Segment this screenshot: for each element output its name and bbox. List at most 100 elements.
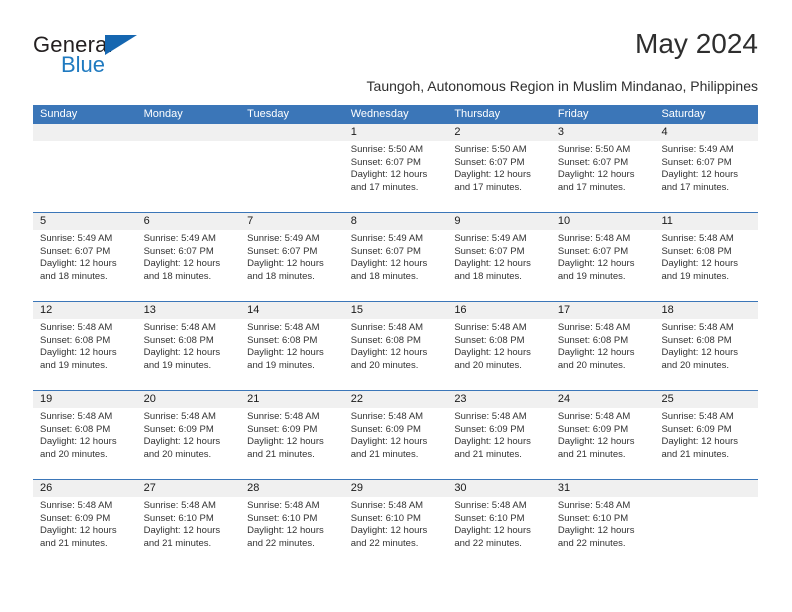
weekday-header-sunday: Sunday <box>40 108 78 120</box>
day-number[interactable]: 4 <box>654 124 758 141</box>
day-number[interactable]: 12 <box>33 302 137 319</box>
day-number[interactable]: 29 <box>344 480 448 497</box>
day-cell[interactable]: Sunrise: 5:48 AM Sunset: 6:09 PM Daylight:… <box>551 408 655 479</box>
day-cell[interactable]: Sunrise: 5:48 AM Sunset: 6:09 PM Daylight:… <box>447 408 551 479</box>
sunset-text: Sunset: 6:10 PM <box>247 512 318 524</box>
day-cell[interactable]: Sunrise: 5:48 AM Sunset: 6:10 PM Daylight:… <box>240 497 344 568</box>
sunrise-text: Sunrise: 5:48 AM <box>143 322 216 333</box>
day-number[interactable]: 14 <box>240 302 344 319</box>
day-cell[interactable]: Sunrise: 5:48 AM Sunset: 6:10 PM Daylight:… <box>447 497 551 568</box>
day-number[interactable]: 22 <box>344 391 448 408</box>
day-cell[interactable]: Sunrise: 5:49 AM Sunset: 6:07 PM Daylight:… <box>240 230 344 301</box>
day-number[interactable]: 18 <box>654 302 758 319</box>
day-number[interactable]: 25 <box>654 391 758 408</box>
day-cell-empty <box>654 497 758 568</box>
day-cell[interactable]: Sunrise: 5:48 AM Sunset: 6:09 PM Daylight:… <box>137 408 241 479</box>
daylight-text-cont: and 22 minutes. <box>350 537 419 549</box>
day-cell[interactable]: Sunrise: 5:48 AM Sunset: 6:09 PM Daylight:… <box>240 408 344 479</box>
day-number[interactable]: 10 <box>551 213 655 230</box>
page-header: General Blue May 2024 Taungoh, Autonomou… <box>33 28 758 98</box>
day-cell[interactable]: Sunrise: 5:48 AM Sunset: 6:08 PM Daylight:… <box>551 319 655 390</box>
sunrise-text: Sunrise: 5:48 AM <box>143 500 216 511</box>
sunrise-text: Sunrise: 5:48 AM <box>350 411 424 422</box>
sunrise-text: Sunrise: 5:49 AM <box>143 233 216 244</box>
daylight-text-cont: and 17 minutes. <box>454 181 522 193</box>
day-number[interactable]: 6 <box>137 213 241 230</box>
day-cell[interactable]: Sunrise: 5:48 AM Sunset: 6:08 PM Daylight:… <box>33 408 137 479</box>
logo-text-blue: Blue <box>61 52 106 77</box>
day-cell[interactable]: Sunrise: 5:49 AM Sunset: 6:07 PM Daylight:… <box>137 230 241 301</box>
day-number[interactable]: 16 <box>447 302 551 319</box>
weekday-header-wednesday: Wednesday <box>350 108 409 120</box>
day-cell[interactable]: Sunrise: 5:50 AM Sunset: 6:07 PM Daylight:… <box>447 141 551 212</box>
day-number[interactable]: 27 <box>137 480 241 497</box>
page-title: May 2024 <box>635 28 758 59</box>
day-cell[interactable]: Sunrise: 5:48 AM Sunset: 6:07 PM Daylight:… <box>551 230 655 301</box>
day-number[interactable]: 15 <box>344 302 448 319</box>
day-cell[interactable]: Sunrise: 5:48 AM Sunset: 6:08 PM Daylight:… <box>654 230 758 301</box>
daylight-text: Daylight: 12 hours <box>143 347 221 359</box>
day-cell[interactable]: Sunrise: 5:49 AM Sunset: 6:07 PM Daylight:… <box>33 230 137 301</box>
day-cell[interactable]: Sunrise: 5:48 AM Sunset: 6:09 PM Daylight:… <box>33 497 137 568</box>
day-number[interactable]: 11 <box>654 213 758 230</box>
day-cell[interactable]: Sunrise: 5:49 AM Sunset: 6:07 PM Daylight:… <box>344 230 448 301</box>
day-number[interactable]: 5 <box>33 213 137 230</box>
general-blue-logo[interactable]: General Blue <box>33 32 163 82</box>
day-cell[interactable]: Sunrise: 5:48 AM Sunset: 6:08 PM Daylight:… <box>240 319 344 390</box>
day-number[interactable]: 26 <box>33 480 137 497</box>
day-cell[interactable]: Sunrise: 5:49 AM Sunset: 6:07 PM Daylight:… <box>447 230 551 301</box>
day-number[interactable]: 23 <box>447 391 551 408</box>
daylight-text: Daylight: 12 hours <box>454 436 531 448</box>
daylight-text-cont: and 21 minutes. <box>661 448 730 460</box>
week-daynumber-row: 19 20 21 22 23 24 25 <box>33 391 758 408</box>
day-number[interactable]: 7 <box>240 213 344 230</box>
day-number[interactable]: 3 <box>551 124 655 141</box>
day-cell[interactable]: Sunrise: 5:48 AM Sunset: 6:08 PM Daylight:… <box>447 319 551 390</box>
day-cell[interactable]: Sunrise: 5:50 AM Sunset: 6:07 PM Daylight:… <box>344 141 448 212</box>
day-cell[interactable]: Sunrise: 5:50 AM Sunset: 6:07 PM Daylight:… <box>551 141 655 212</box>
daylight-text-cont: and 19 minutes. <box>40 359 108 371</box>
day-number[interactable]: 17 <box>551 302 655 319</box>
sunrise-text: Sunrise: 5:49 AM <box>661 144 734 155</box>
triangle-icon <box>105 35 137 55</box>
day-cell[interactable]: Sunrise: 5:48 AM Sunset: 6:08 PM Daylight:… <box>344 319 448 390</box>
daylight-text: Daylight: 12 hours <box>247 436 324 448</box>
day-number[interactable]: 31 <box>551 480 655 497</box>
daylight-text: Daylight: 12 hours <box>557 525 635 537</box>
week-detail-row: Sunrise: 5:49 AM Sunset: 6:07 PM Daylight:… <box>33 230 758 301</box>
daylight-text-cont: and 20 minutes. <box>557 359 626 371</box>
calendar-week-row: 26 27 28 29 30 31 Sunrise: 5:48 AM Sunset: 6:09… <box>33 479 758 568</box>
daylight-text-cont: and 19 minutes. <box>661 270 730 282</box>
day-cell[interactable]: Sunrise: 5:48 AM Sunset: 6:08 PM Daylight:… <box>654 319 758 390</box>
day-number[interactable]: 2 <box>447 124 551 141</box>
day-number[interactable]: 30 <box>447 480 551 497</box>
sunrise-text: Sunrise: 5:48 AM <box>40 411 113 422</box>
sunrise-text: Sunrise: 5:49 AM <box>247 233 320 244</box>
day-number[interactable]: 9 <box>447 213 551 230</box>
day-cell[interactable]: Sunrise: 5:48 AM Sunset: 6:09 PM Daylight:… <box>654 408 758 479</box>
sunset-text: Sunset: 6:09 PM <box>143 423 214 435</box>
day-cell[interactable]: Sunrise: 5:48 AM Sunset: 6:10 PM Daylight:… <box>344 497 448 568</box>
day-number[interactable]: 28 <box>240 480 344 497</box>
day-number[interactable]: 24 <box>551 391 655 408</box>
day-cell[interactable]: Sunrise: 5:48 AM Sunset: 6:09 PM Daylight:… <box>344 408 448 479</box>
day-cell[interactable]: Sunrise: 5:48 AM Sunset: 6:10 PM Daylight:… <box>137 497 241 568</box>
day-number[interactable]: 21 <box>240 391 344 408</box>
day-cell-empty <box>137 141 241 212</box>
day-number[interactable]: 8 <box>344 213 448 230</box>
day-cell[interactable]: Sunrise: 5:48 AM Sunset: 6:10 PM Daylight:… <box>551 497 655 568</box>
daylight-text: Daylight: 12 hours <box>40 436 117 448</box>
day-number[interactable]: 13 <box>137 302 241 319</box>
sunrise-text: Sunrise: 5:48 AM <box>557 322 631 333</box>
week-detail-row: Sunrise: 5:48 AM Sunset: 6:08 PM Daylight:… <box>33 408 758 479</box>
day-number[interactable]: 20 <box>137 391 241 408</box>
weekday-header-row: Sunday Monday Tuesday Wednesday Thursday Frid… <box>33 105 758 124</box>
week-daynumber-row: 12 13 14 15 16 17 18 <box>33 302 758 319</box>
day-cell[interactable]: Sunrise: 5:48 AM Sunset: 6:08 PM Daylight:… <box>137 319 241 390</box>
day-number[interactable]: 1 <box>344 124 448 141</box>
day-cell[interactable]: Sunrise: 5:48 AM Sunset: 6:08 PM Daylight:… <box>33 319 137 390</box>
daylight-text: Daylight: 12 hours <box>247 525 324 537</box>
day-cell[interactable]: Sunrise: 5:49 AM Sunset: 6:07 PM Daylight:… <box>654 141 758 212</box>
sunrise-text: Sunrise: 5:48 AM <box>350 322 424 333</box>
day-number[interactable]: 19 <box>33 391 137 408</box>
